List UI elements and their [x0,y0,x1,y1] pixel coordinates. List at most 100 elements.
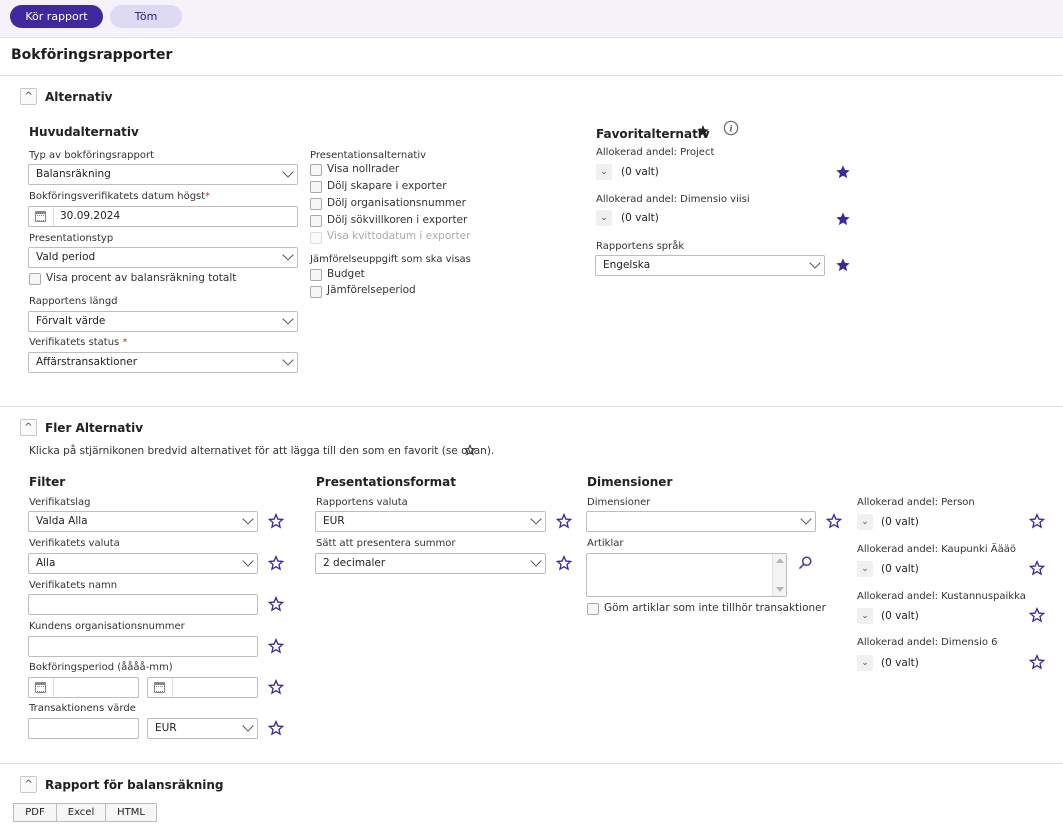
report-type-select[interactable]: Balansräkning [28,164,298,185]
favorite-hint: Klicka på stjärnikonen bredvid alternati… [29,445,495,457]
report-currency-select[interactable]: EUR [315,511,546,532]
alloc-kaupunki-expand[interactable]: ⌄ [857,561,873,577]
collapse-report-toggle[interactable]: ^ [20,776,37,793]
show-zero-rows-label: Visa nollrader [327,163,400,175]
alloc-dimensio6-expand[interactable]: ⌄ [857,655,873,671]
status-label-text: Verifikatets status [29,337,120,348]
articles-scrollbar[interactable] [772,554,786,596]
alloc-dimensio6-label: Allokerad andel: Dimensio 6 [857,637,998,648]
chevron-down-icon [242,513,254,525]
customer-org-input[interactable] [28,636,258,657]
export-pdf-button[interactable]: PDF [13,803,57,822]
chevron-down-icon [282,249,294,261]
chevron-down-icon [530,555,542,567]
favorite-star-outline-icon[interactable] [1029,654,1045,670]
verifikatslag-label: Verifikatslag [29,497,91,508]
dimensions-select[interactable] [586,511,816,532]
fav-dimensio-value: (0 valt) [621,212,659,224]
articles-textarea[interactable] [586,553,787,597]
chevron-down-icon [282,166,294,178]
fav-project-expand[interactable]: ⌄ [596,164,612,180]
run-report-button[interactable]: Kör rapport [10,5,103,28]
clear-button[interactable]: Töm [110,5,182,28]
alloc-kustannus-label: Allokerad andel: Kustannuspaikka [857,591,1026,602]
collapse-more-options-toggle[interactable]: ^ [20,419,37,436]
verifikatslag-select[interactable]: Valda Alla [28,511,258,532]
compare-period-label: Jämförelseperiod [327,284,416,296]
favorite-star-outline-icon[interactable] [1029,607,1045,623]
sum-format-select[interactable]: 2 decimaler [315,553,546,574]
favorite-star-outline-icon[interactable] [268,679,284,695]
favorite-star-outline-icon[interactable] [268,638,284,654]
favorite-star-outline-icon[interactable] [826,513,842,529]
hide-creator-checkbox[interactable] [310,181,322,193]
favorite-star-outline-icon[interactable] [268,596,284,612]
calendar-icon[interactable] [154,682,165,693]
dimensions-label: Dimensioner [587,497,651,508]
report-type-value: Balansräkning [36,168,111,180]
favorite-star-outline-icon[interactable] [1029,513,1045,529]
status-label: Verifikatets status * [29,337,127,348]
collapse-alternativ-toggle[interactable]: ^ [20,88,37,105]
scroll-up-icon[interactable] [776,558,784,563]
export-excel-button[interactable]: Excel [56,803,106,822]
favorite-star-outline-icon[interactable] [556,513,572,529]
alloc-person-expand[interactable]: ⌄ [857,514,873,530]
favorite-star-outline-icon[interactable] [1029,560,1045,576]
scroll-down-icon[interactable] [776,587,784,592]
status-value: Affärstransaktioner [36,356,138,368]
alloc-kustannus-expand[interactable]: ⌄ [857,608,873,624]
date-input[interactable]: 30.09.2024 [28,206,298,227]
transaction-currency-select[interactable]: EUR [147,718,258,739]
show-receipt-date-checkbox [310,232,322,244]
report-length-label: Rapportens längd [29,296,118,307]
chevron-down-icon [242,555,254,567]
calendar-icon[interactable] [35,682,46,693]
date-value: 30.09.2024 [60,210,121,222]
period-from-input[interactable] [28,677,139,698]
fav-language-label: Rapportens språk [596,241,685,252]
favorite-star-outline-icon[interactable] [268,555,284,571]
fav-dimensio-expand[interactable]: ⌄ [596,210,612,226]
calendar-icon[interactable] [35,211,46,222]
hide-creator-label: Dölj skapare i exporter [327,180,447,192]
alloc-person-value: (0 valt) [881,516,919,528]
search-icon[interactable] [798,555,813,570]
show-receipt-date-label: Visa kvittodatum i exporter [327,230,471,242]
hide-org-number-checkbox[interactable] [310,198,322,210]
date-separator [172,678,173,697]
divider [0,406,1063,407]
report-length-select[interactable]: Förvalt värde [28,311,298,332]
show-percent-checkbox[interactable] [29,273,41,285]
hide-org-number-label: Dölj organisationsnummer [327,197,466,209]
favorite-star-icon[interactable] [835,164,851,180]
status-select[interactable]: Affärstransaktioner [28,352,298,373]
chevron-down-icon [809,257,821,269]
compare-heading: Jämförelseuppgift som ska visas [310,254,471,265]
show-zero-rows-checkbox[interactable] [310,164,322,176]
report-currency-label: Rapportens valuta [316,497,408,508]
info-icon[interactable]: i [723,120,739,136]
presentation-type-select[interactable]: Vald period [28,247,298,268]
favorite-star-outline-icon[interactable] [556,555,572,571]
favorite-star-outline-icon[interactable] [268,720,284,736]
favorite-star-icon[interactable] [835,211,851,227]
transaction-value-input[interactable] [28,718,139,739]
hide-search-criteria-checkbox[interactable] [310,215,322,227]
page-title: Bokföringsrapporter [11,47,173,63]
compare-period-checkbox[interactable] [310,286,322,298]
voucher-currency-select[interactable]: Alla [28,553,258,574]
export-html-button[interactable]: HTML [105,803,157,822]
section-title-more-options: Fler Alternativ [45,421,144,435]
hide-articles-checkbox[interactable] [587,603,599,615]
period-to-input[interactable] [147,677,258,698]
budget-checkbox[interactable] [310,269,322,281]
fav-language-select[interactable]: Engelska [595,255,825,276]
favorite-star-outline-icon[interactable] [268,513,284,529]
hide-articles-label: Göm artiklar som inte tillhör transaktio… [604,602,826,614]
favorite-star-icon[interactable] [835,257,851,273]
voucher-name-input[interactable] [28,594,258,615]
date-separator [53,678,54,697]
alloc-kustannus-value: (0 valt) [881,610,919,622]
voucher-currency-label: Verifikatets valuta [29,538,120,549]
